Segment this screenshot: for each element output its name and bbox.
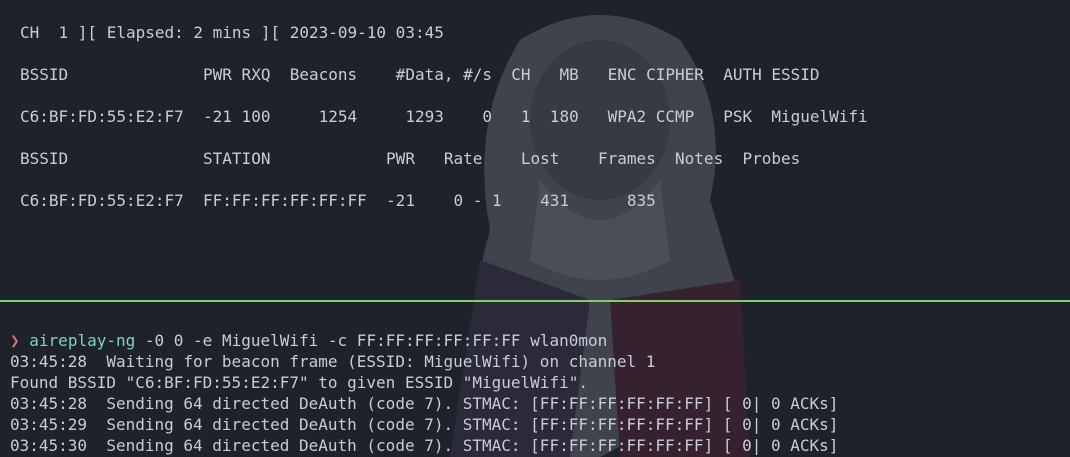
- output-line: 03:45:28 Sending 64 directed DeAuth (cod…: [10, 394, 839, 413]
- ap-table-row: C6:BF:FD:55:E2:F7 -21 100 1254 1293 0 1 …: [20, 107, 868, 126]
- station-table-row: C6:BF:FD:55:E2:F7 FF:FF:FF:FF:FF:FF -21 …: [20, 191, 656, 210]
- command-prompt-line: ❯ aireplay-ng -0 0 -e MiguelWifi -c FF:F…: [10, 330, 607, 351]
- output-line: 03:45:29 Sending 64 directed DeAuth (cod…: [10, 415, 839, 434]
- station-table-header: BSSID STATION PWR Rate Lost Frames Notes…: [20, 149, 801, 168]
- airodump-status-line: CH 1 ][ Elapsed: 2 mins ][ 2023-09-10 03…: [20, 23, 444, 42]
- output-line: 03:45:30 Sending 64 directed DeAuth (cod…: [10, 436, 839, 455]
- command-name: aireplay-ng: [29, 331, 136, 350]
- aireplay-pane[interactable]: ❯ aireplay-ng -0 0 -e MiguelWifi -c FF:F…: [0, 302, 1070, 457]
- output-line: 03:45:28 Waiting for beacon frame (ESSID…: [10, 352, 656, 371]
- command-arguments: -0 0 -e MiguelWifi -c FF:FF:FF:FF:FF:FF …: [135, 331, 608, 350]
- output-line: Found BSSID "C6:BF:FD:55:E2:F7" to given…: [10, 373, 588, 392]
- ap-table-header: BSSID PWR RXQ Beacons #Data, #/s CH MB E…: [20, 65, 820, 84]
- airodump-pane[interactable]: CH 1 ][ Elapsed: 2 mins ][ 2023-09-10 03…: [0, 0, 1070, 300]
- prompt-arrow-icon: ❯: [10, 331, 20, 350]
- terminal-window[interactable]: CH 1 ][ Elapsed: 2 mins ][ 2023-09-10 03…: [0, 0, 1070, 457]
